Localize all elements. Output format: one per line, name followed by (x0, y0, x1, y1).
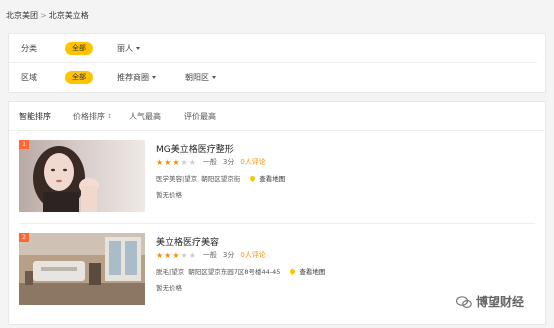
listing-address: 朝阳区望京东园7区8号楼44-45 (188, 268, 281, 276)
map-pin-icon (289, 267, 297, 275)
chevron-down-icon (136, 46, 140, 50)
address-row: 脱毛|望京 朝阳区望京东园7区8号楼44-45 查看地图 (156, 266, 325, 276)
sort-rating[interactable]: 评价最高 (184, 111, 216, 122)
listing-title[interactable]: MG美立格医疗整形 (156, 142, 234, 155)
star-filled-icon: ★ (172, 250, 180, 260)
list-item[interactable]: 1 MG美立格医疗整形 ★ ★ ★ ★ ★ 一般 3分 0人评论 医学美容|望京… (9, 140, 545, 216)
listing-thumbnail[interactable]: 2 (19, 233, 145, 305)
category-dropdown-label: 丽人 (117, 43, 133, 53)
rating-row: ★ ★ ★ ★ ★ 一般 3分 0人评论 (156, 250, 266, 260)
rating-score: 3分 (222, 158, 235, 166)
listing-area: 医学美容|望京 (156, 175, 198, 183)
star-filled-icon: ★ (172, 157, 180, 167)
listing-price: 暂无价格 (156, 191, 182, 199)
region-dropdown-chaoyang[interactable]: 朝阳区 (185, 72, 216, 83)
filter-panel: 分类 全部 丽人 区域 全部 推荐商圈 朝阳区 (8, 33, 546, 93)
sort-price-label: 价格排序 (73, 112, 105, 121)
star-filled-icon: ★ (156, 250, 164, 260)
breadcrumb-item-merchant[interactable]: 北京美立格 (49, 10, 89, 21)
map-pin-icon (249, 174, 257, 182)
breadcrumb-separator: > (40, 11, 47, 20)
category-dropdown-beauty[interactable]: 丽人 (117, 43, 140, 54)
sort-smart[interactable]: 智能排序 (19, 111, 51, 122)
star-filled-icon: ★ (164, 250, 172, 260)
view-map-link[interactable]: 查看地图 (299, 266, 325, 276)
listing-panel: 智能排序 价格排序 ↕ 人气最高 评价最高 1 MG美立格医疗整形 ★ ★ ★ … (8, 101, 546, 325)
chevron-down-icon (212, 75, 216, 79)
region-all-pill[interactable]: 全部 (65, 70, 93, 84)
star-empty-icon: ★ (180, 157, 188, 167)
listing-area: 脱毛|望京 (156, 268, 185, 276)
star-empty-icon: ★ (180, 250, 188, 260)
clinic-interior-photo (19, 233, 145, 305)
rating-text: 一般 (202, 158, 217, 166)
watermark-text: 博望财经 (476, 295, 525, 309)
review-count[interactable]: 0人评论 (240, 157, 265, 167)
rank-badge: 1 (19, 140, 29, 149)
watermark: 博望财经 (456, 293, 524, 310)
region-dropdown-label-district: 推荐商圈 (117, 72, 149, 82)
filter-row-region: 区域 全部 推荐商圈 朝阳区 (9, 63, 545, 91)
listing-title[interactable]: 美立格医疗美容 (156, 235, 219, 248)
view-map-link[interactable]: 查看地图 (259, 173, 285, 183)
star-filled-icon: ★ (164, 157, 172, 167)
address-row: 医学美容|望京 朝阳区望京街 查看地图 (156, 173, 285, 183)
star-filled-icon: ★ (156, 157, 164, 167)
rating-score: 3分 (222, 251, 235, 259)
breadcrumb-item-city[interactable]: 北京美团 (6, 10, 38, 21)
region-dropdown-business-district[interactable]: 推荐商圈 (117, 72, 156, 83)
star-empty-icon: ★ (188, 250, 196, 260)
portrait-photo (19, 140, 145, 212)
filter-label-category: 分类 (21, 43, 37, 53)
chevron-down-icon (152, 75, 156, 79)
sort-popularity[interactable]: 人气最高 (129, 111, 161, 122)
breadcrumb: 北京美团 > 北京美立格 (6, 10, 89, 21)
list-divider (19, 223, 535, 224)
listing-thumbnail[interactable]: 1 (19, 140, 145, 212)
filter-label-region: 区域 (21, 72, 37, 82)
sort-bar: 智能排序 价格排序 ↕ 人气最高 评价最高 (9, 102, 545, 131)
wechat-icon (456, 295, 472, 308)
rank-badge: 2 (19, 233, 29, 242)
star-empty-icon: ★ (188, 157, 196, 167)
listing-address: 朝阳区望京街 (201, 175, 241, 183)
rating-row: ★ ★ ★ ★ ★ 一般 3分 0人评论 (156, 157, 266, 167)
listing-price: 暂无价格 (156, 284, 182, 292)
region-dropdown-label-chaoyang: 朝阳区 (185, 72, 209, 82)
rating-text: 一般 (202, 251, 217, 259)
category-all-pill[interactable]: 全部 (65, 41, 93, 55)
filter-row-category: 分类 全部 丽人 (9, 34, 537, 63)
sort-price[interactable]: 价格排序 ↕ (73, 111, 112, 122)
sort-arrows-icon: ↕ (107, 113, 113, 120)
review-count[interactable]: 0人评论 (240, 250, 265, 260)
